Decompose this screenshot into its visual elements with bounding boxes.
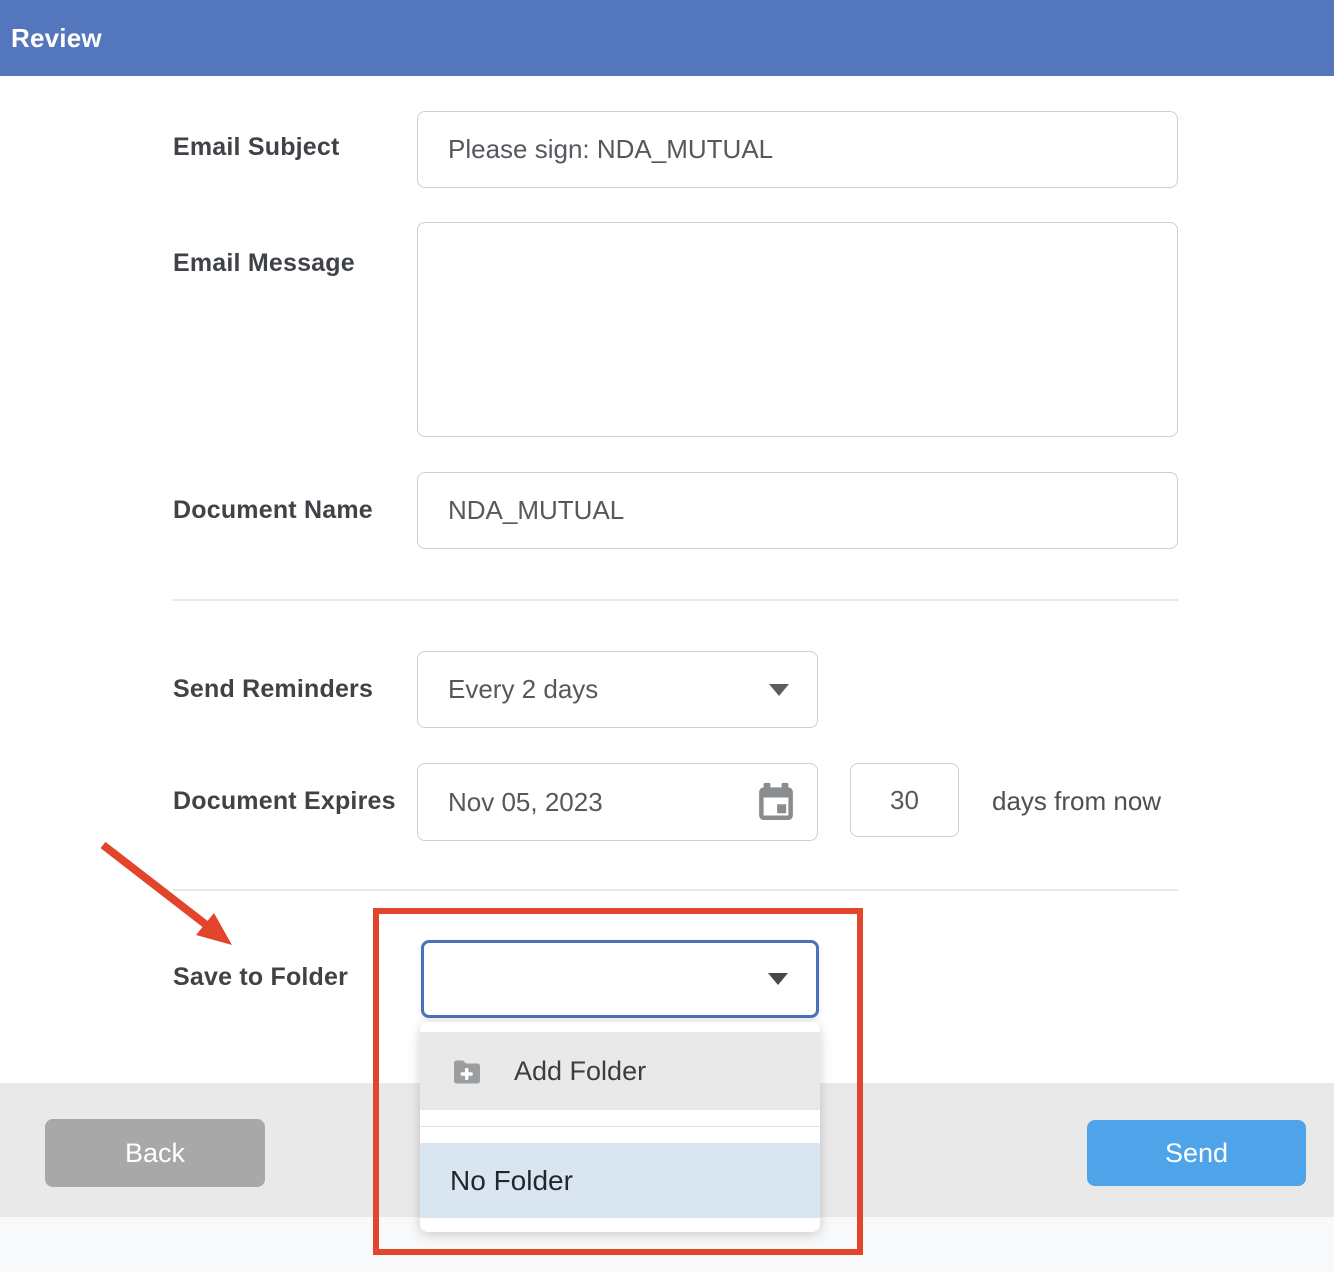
chevron-down-icon xyxy=(769,684,789,696)
email-message-input[interactable] xyxy=(417,222,1178,437)
annotation-arrow xyxy=(95,833,245,953)
document-name-input[interactable] xyxy=(417,472,1178,549)
send-reminders-select[interactable]: Every 2 days xyxy=(417,651,818,728)
expiration-date-picker[interactable]: Nov 05, 2023 xyxy=(417,763,818,841)
save-to-folder-select[interactable] xyxy=(421,940,819,1018)
review-dialog: Review Email Subject Email Message Docum… xyxy=(0,0,1334,1272)
calendar-icon xyxy=(758,782,794,822)
email-message-label: Email Message xyxy=(173,249,355,278)
document-name-label: Document Name xyxy=(173,496,373,525)
email-subject-input[interactable] xyxy=(417,111,1178,188)
section-divider xyxy=(173,889,1178,891)
save-to-folder-label: Save to Folder xyxy=(173,963,348,992)
menu-item-label: No Folder xyxy=(450,1165,573,1197)
menu-divider xyxy=(420,1110,820,1143)
section-divider xyxy=(173,599,1178,601)
send-button[interactable]: Send xyxy=(1087,1120,1306,1186)
back-button[interactable]: Back xyxy=(45,1119,265,1187)
folder-dropdown-menu: Add Folder No Folder xyxy=(420,1022,820,1232)
email-subject-label: Email Subject xyxy=(173,133,340,162)
send-reminders-label: Send Reminders xyxy=(173,675,373,704)
menu-item-no-folder[interactable]: No Folder xyxy=(420,1143,820,1218)
dialog-header: Review xyxy=(0,0,1334,76)
chevron-down-icon xyxy=(768,973,788,985)
menu-item-add-folder[interactable]: Add Folder xyxy=(420,1032,820,1110)
send-reminders-value: Every 2 days xyxy=(448,674,598,705)
expiration-date-value: Nov 05, 2023 xyxy=(448,787,603,818)
expiration-days-suffix: days from now xyxy=(992,786,1161,817)
expiration-days-input[interactable] xyxy=(850,763,959,837)
menu-item-label: Add Folder xyxy=(514,1056,646,1087)
document-expires-label: Document Expires xyxy=(173,787,396,816)
page-title: Review xyxy=(11,23,102,54)
folder-plus-icon xyxy=(452,1059,482,1084)
